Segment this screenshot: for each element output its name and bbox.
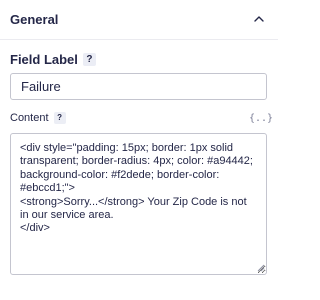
field-label-text: Field Label [10,52,78,67]
general-section-header[interactable]: General [0,0,278,40]
chevron-up-icon[interactable] [253,14,265,24]
section-title: General [10,12,59,27]
field-settings-panel: General Field Label ? Content ? {..} <di… [0,0,278,300]
content-textarea[interactable]: <div style="padding: 15px; border: 1px s… [10,133,267,275]
content-heading: Content ? [10,112,66,124]
field-label-heading: Field Label ? [10,52,96,67]
field-label-input[interactable] [10,73,267,100]
resize-handle-icon[interactable] [257,264,265,272]
content-label-text: Content [10,112,49,124]
merge-tags-icon[interactable]: {..} [249,112,273,126]
help-icon[interactable]: ? [53,112,66,124]
help-icon[interactable]: ? [82,53,96,66]
